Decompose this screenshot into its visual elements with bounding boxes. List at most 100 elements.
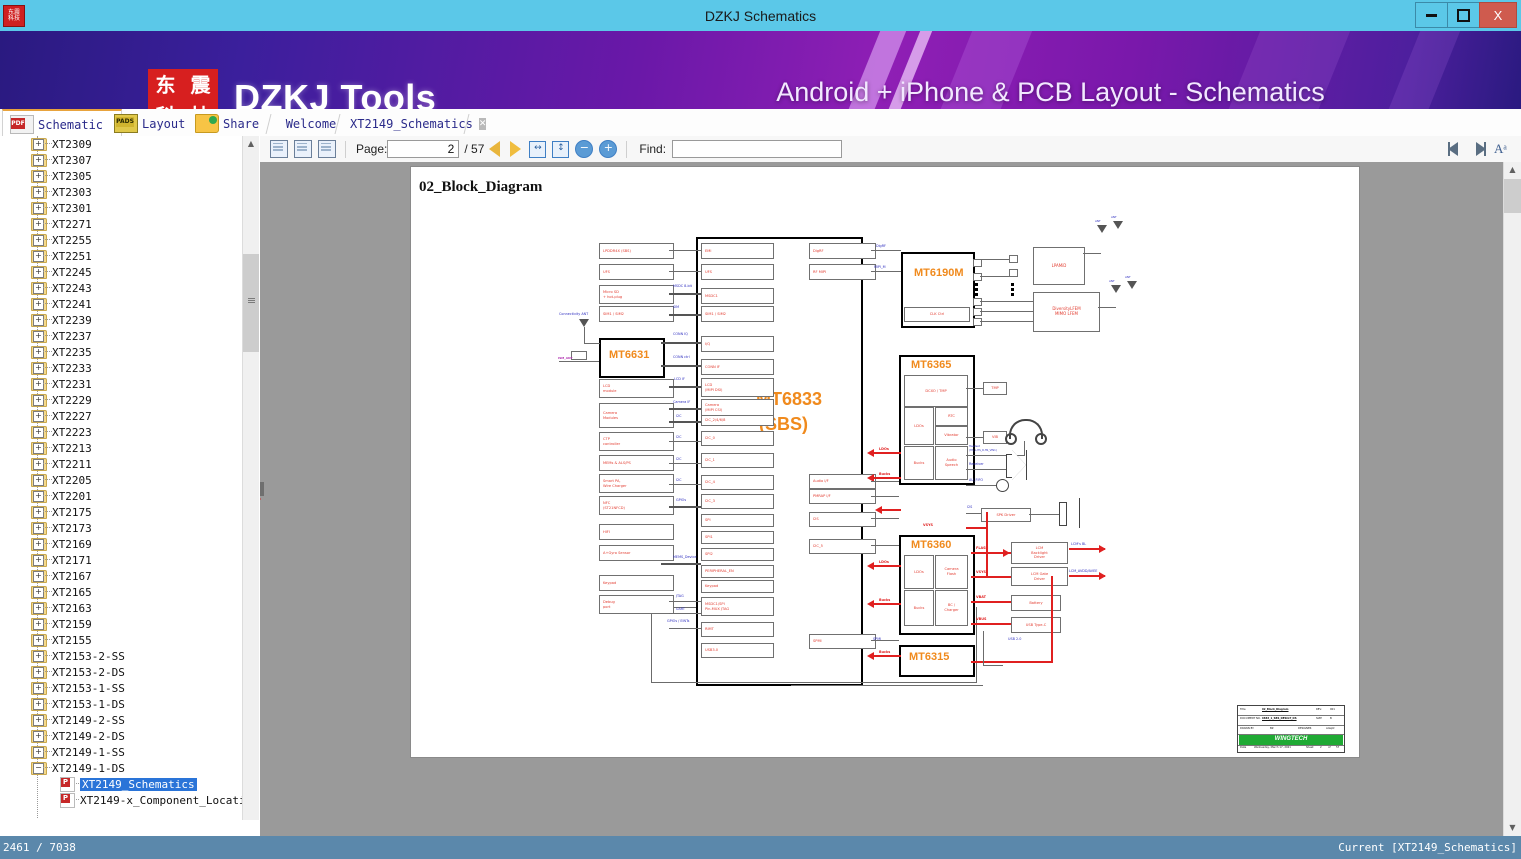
tree-folder-row[interactable]: + XT2243 — [0, 280, 260, 296]
tree-folder-row[interactable]: + XT2165 — [0, 584, 260, 600]
copy-icon[interactable] — [270, 140, 288, 158]
tree-folder-row[interactable]: + XT2251 — [0, 248, 260, 264]
soc-pin-block: SPI2 — [701, 548, 774, 561]
tree-folder-row[interactable]: + XT2167 — [0, 568, 260, 584]
close-icon[interactable]: ✕ — [478, 117, 487, 130]
bus-label: Camera IF — [673, 400, 691, 404]
bus-label: LCD IF — [674, 377, 685, 381]
pane-collapse-arrow[interactable] — [260, 492, 261, 506]
file-tree-pane[interactable]: + XT2309 + XT2307 + XT2305 + XT2303 + XT2301 + XT22… — [0, 136, 261, 836]
close-button[interactable]: X — [1479, 2, 1517, 28]
tree-folder-row[interactable]: + XT2223 — [0, 424, 260, 440]
tree-folder-row[interactable]: + XT2227 — [0, 408, 260, 424]
tree-folder-row[interactable]: + XT2201 — [0, 488, 260, 504]
tree-folder-row[interactable]: + XT2205 — [0, 472, 260, 488]
tree-folder-row[interactable]: + XT2211 — [0, 456, 260, 472]
fit-width-icon[interactable]: ↔ — [529, 140, 547, 158]
tree-folder-row[interactable]: + XT2231 — [0, 376, 260, 392]
scroll-up-icon[interactable]: ▲ — [243, 136, 259, 152]
tree-vertical-scrollbar[interactable]: ▲ — [242, 136, 259, 820]
tree-folder-row[interactable]: + XT2155 — [0, 632, 260, 648]
pdf-viewer[interactable]: 02_Block_Diagram MT6833 (SBS) LPDDR4X (S… — [260, 162, 1521, 836]
tree-folder-row[interactable]: + XT2301 — [0, 200, 260, 216]
tree-folder-row[interactable]: + XT2235 — [0, 344, 260, 360]
tree-folder-row[interactable]: + XT2309 — [0, 136, 260, 152]
tab-schematic[interactable]: Schematic — [2, 109, 122, 138]
tree-folder-row[interactable]: + XT2149-2-DS — [0, 728, 260, 744]
tree-folder-row[interactable]: + XT2159 — [0, 616, 260, 632]
tree-folder-row[interactable]: + XT2153-1-SS — [0, 680, 260, 696]
tree-file-row[interactable]: XT2149_Schematics — [0, 776, 260, 792]
page-number-input[interactable]: 2 — [387, 140, 460, 158]
next-page-arrow[interactable] — [510, 141, 522, 157]
tree-folder-row[interactable]: + XT2173 — [0, 520, 260, 536]
tree-folder-row[interactable]: + XT2305 — [0, 168, 260, 184]
pads-icon — [114, 114, 138, 133]
scrollbar-thumb[interactable] — [1504, 179, 1521, 213]
window-title: DZKJ Schematics — [704, 7, 817, 24]
maximize-button[interactable] — [1447, 2, 1480, 28]
find-prev-icon[interactable] — [1448, 142, 1463, 156]
peripheral-block: Micro SD + hot-plug — [599, 285, 674, 304]
tree-folder-row[interactable]: + XT2271 — [0, 216, 260, 232]
mt6190m-label: MT6190M — [914, 267, 964, 279]
tree-folder-row[interactable]: + XT2153-2-DS — [0, 664, 260, 680]
tree-folder-row-expanded[interactable]: − XT2149-1-DS — [0, 760, 260, 776]
tree-folder-row[interactable]: + XT2303 — [0, 184, 260, 200]
zoom-out-button[interactable]: − — [575, 140, 594, 158]
tree-folder-row[interactable]: + XT2255 — [0, 232, 260, 248]
tree-connector — [43, 303, 52, 305]
status-left: 2461 / 7038 — [3, 841, 76, 854]
tree-folder-label: XT2213 — [52, 441, 92, 455]
scroll-up-icon[interactable]: ▲ — [1504, 162, 1521, 178]
tree-connector — [43, 751, 52, 753]
find-options-icon[interactable]: Aᵃ — [1494, 141, 1507, 157]
tree-folder-row[interactable]: + XT2163 — [0, 600, 260, 616]
zoom-in-button[interactable]: + — [599, 140, 618, 158]
find-next-icon[interactable] — [1471, 142, 1487, 156]
copy-remove-icon[interactable] — [318, 140, 336, 158]
copy-add-icon[interactable] — [294, 140, 312, 158]
usb-typec-block: USB Type-C — [1011, 617, 1061, 633]
tree-folder-label: XT2149-1-DS — [52, 761, 125, 775]
scrollbar-thumb[interactable] — [243, 254, 259, 352]
tree-folder-row[interactable]: + XT2241 — [0, 296, 260, 312]
tree-folder-row[interactable]: + XT2239 — [0, 312, 260, 328]
tree-folder-row[interactable]: + XT2153-1-DS — [0, 696, 260, 712]
tree-folder-row[interactable]: + XT2237 — [0, 328, 260, 344]
tree-folder-row[interactable]: + XT2233 — [0, 360, 260, 376]
tree-folder-label: XT2235 — [52, 345, 92, 359]
tree-folder-row[interactable]: + XT2153-2-SS — [0, 648, 260, 664]
tree-folder-row[interactable]: + XT2149-1-SS — [0, 744, 260, 760]
tree-folder-row[interactable]: + XT2213 — [0, 440, 260, 456]
peripheral-block: LPDDR4X (SBS) — [599, 243, 674, 259]
tab-layout[interactable]: Layout — [107, 112, 199, 135]
tree-connector — [43, 383, 52, 385]
find-input[interactable] — [672, 140, 843, 158]
scroll-down-icon[interactable]: ▼ — [1504, 820, 1521, 836]
tree-folder-label: XT2229 — [52, 393, 92, 407]
tree-folder-label: XT2243 — [52, 281, 92, 295]
tab-share[interactable]: Share — [188, 112, 278, 135]
tree-folder-label: XT2149-2-DS — [52, 729, 125, 743]
soc-pin-block: SPI — [701, 514, 774, 527]
fit-page-icon[interactable]: ↕ — [552, 140, 570, 158]
minimize-button[interactable] — [1415, 2, 1448, 28]
soc-pin-block: CONN IF — [701, 359, 774, 375]
tree-folder-row[interactable]: + XT2175 — [0, 504, 260, 520]
tab-xt2149-schematics[interactable]: XT2149_Schematics ✕ — [343, 112, 487, 135]
tree-folder-row[interactable]: + XT2307 — [0, 152, 260, 168]
tree-folder-label: XT2227 — [52, 409, 92, 423]
tab-label: Layout — [142, 116, 186, 131]
tree-folder-row[interactable]: + XT2149-2-SS — [0, 712, 260, 728]
prev-page-arrow[interactable] — [489, 141, 501, 157]
soc-pin-block: SIM1 / SIM2 — [701, 306, 774, 322]
tree-connector — [43, 575, 52, 577]
tree-file-row[interactable]: XT2149-x_Component_Locati — [0, 792, 260, 808]
tree-folder-row[interactable]: + XT2171 — [0, 552, 260, 568]
tree-folder-row[interactable]: + XT2245 — [0, 264, 260, 280]
viewer-vertical-scrollbar[interactable]: ▲ ▼ — [1503, 162, 1521, 836]
share-folder-icon — [195, 114, 219, 133]
tree-folder-row[interactable]: + XT2169 — [0, 536, 260, 552]
tree-folder-row[interactable]: + XT2229 — [0, 392, 260, 408]
